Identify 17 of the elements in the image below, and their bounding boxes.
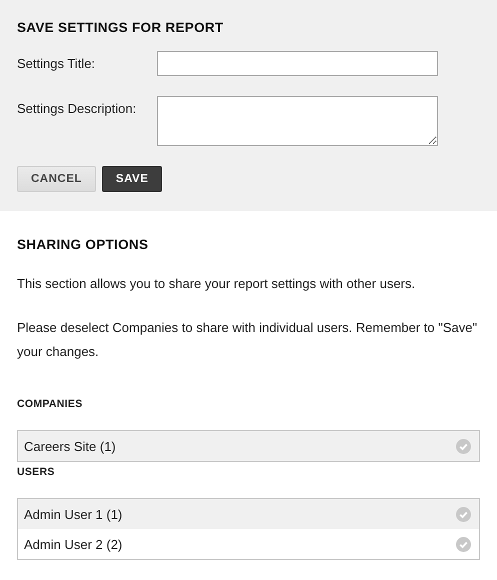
field-label: Settings Description: bbox=[17, 100, 138, 116]
section-title: SHARING OPTIONS bbox=[17, 237, 150, 252]
field-label: Settings Title: bbox=[17, 55, 96, 71]
description-text: This section allows you to share your report settings with other users. bbox=[17, 275, 416, 293]
description-text: Please deselect Companies to share with individual users. Remember to "Save" your changes. bbox=[17, 319, 478, 361]
cancel-button[interactable]: CANCEL bbox=[17, 166, 96, 192]
save-button[interactable]: SAVE bbox=[102, 166, 162, 192]
group-heading: COMPANIES bbox=[17, 398, 84, 410]
description-field[interactable] bbox=[157, 96, 438, 146]
check-icon bbox=[456, 536, 471, 552]
check-icon bbox=[456, 438, 471, 454]
title-field[interactable] bbox=[157, 51, 438, 76]
check-icon bbox=[456, 506, 471, 522]
list-item[interactable]: Admin User 1 (1) bbox=[18, 499, 479, 529]
list-item[interactable]: Careers Site (1) bbox=[18, 431, 479, 461]
group-heading: USERS bbox=[17, 466, 56, 478]
panel-title: SAVE SETTINGS FOR REPORT bbox=[17, 20, 224, 35]
